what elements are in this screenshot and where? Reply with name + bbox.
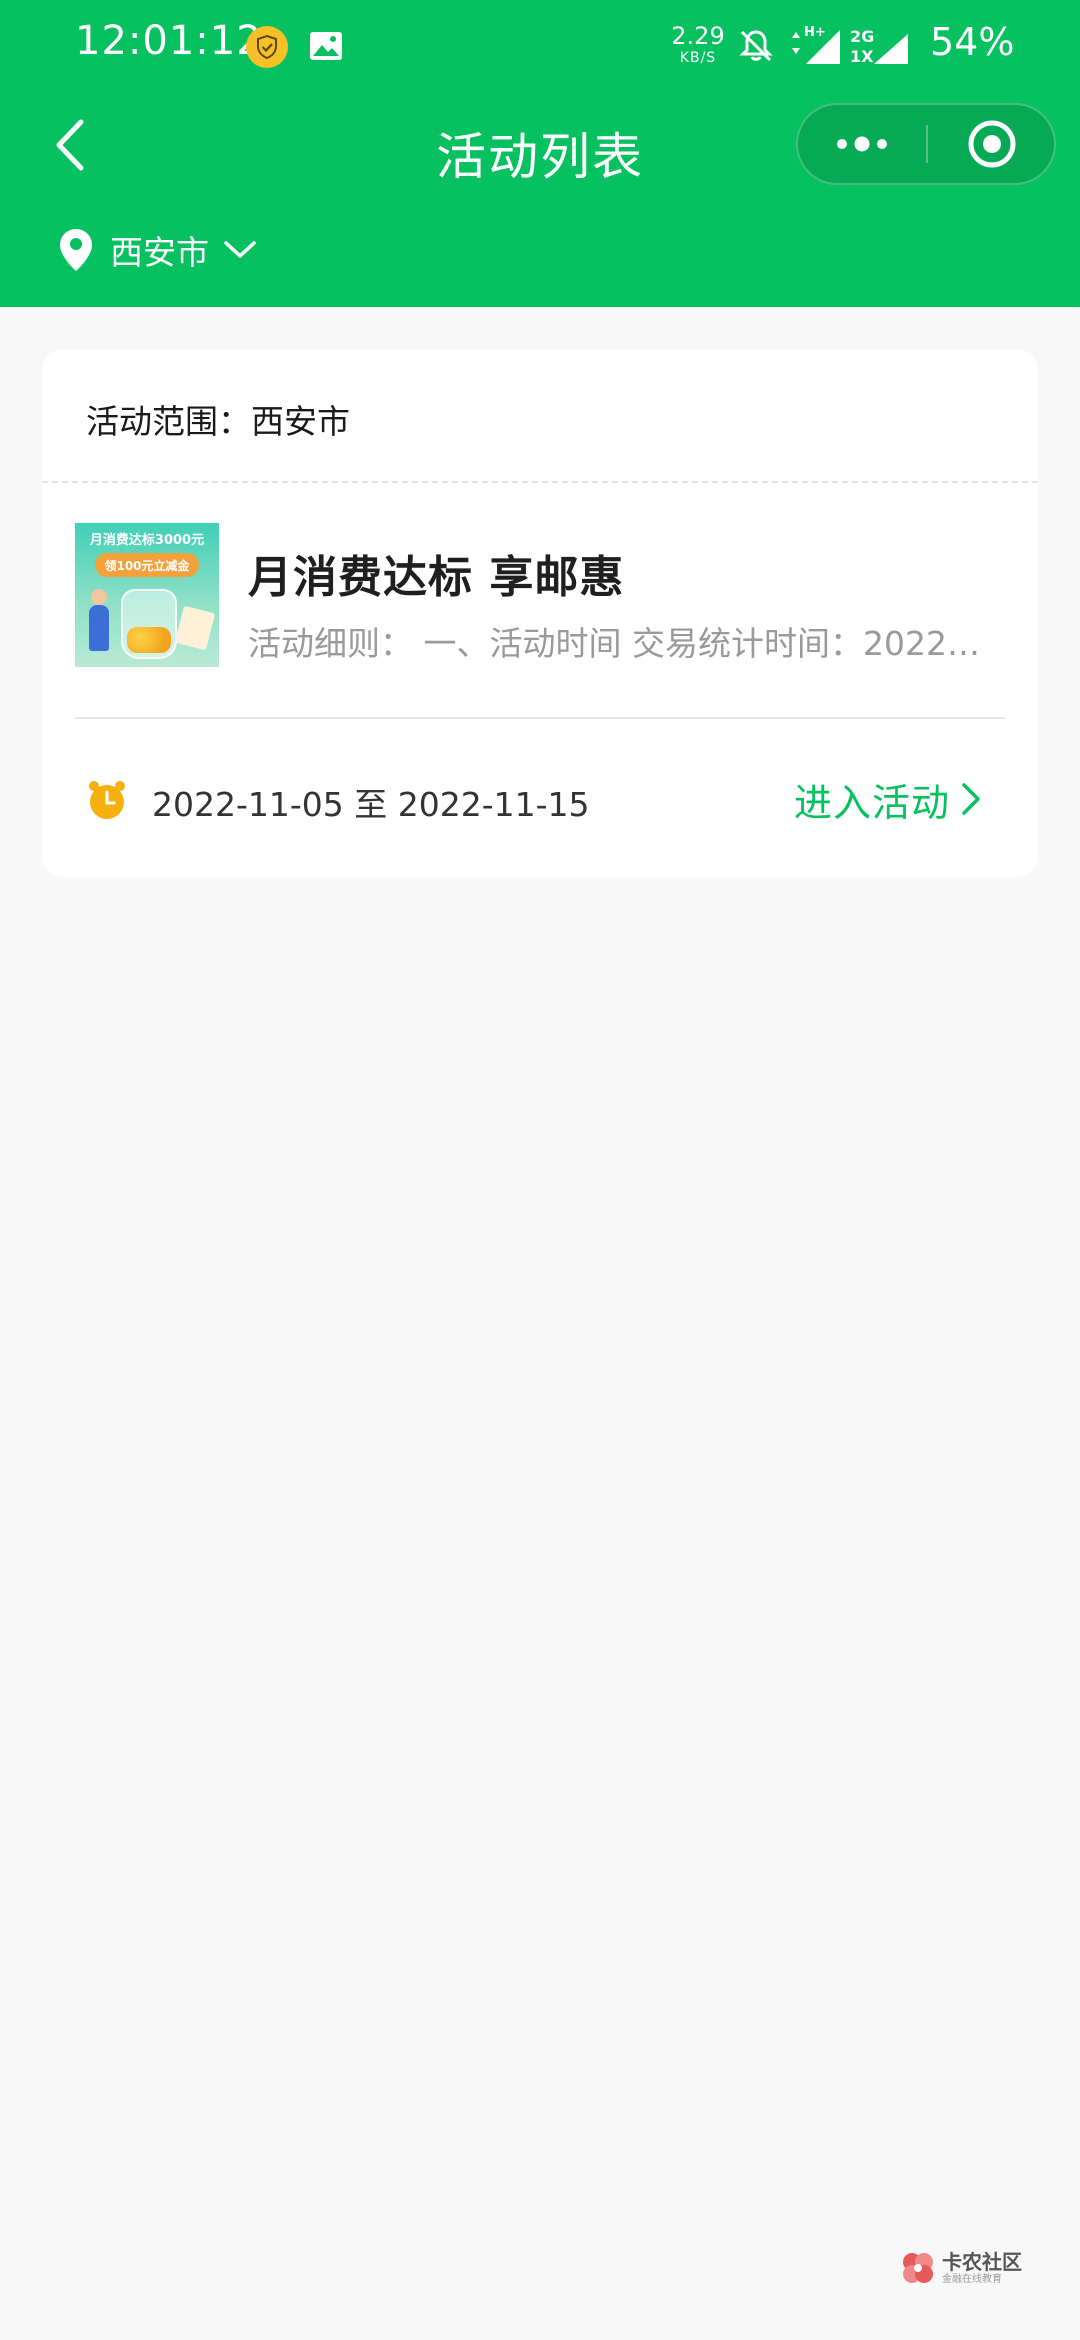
- activity-card: 活动范围：西安市 月消费达标3000元 领100元立减金 月消费达标 享邮惠 活…: [42, 349, 1038, 877]
- svg-text:2G: 2G: [850, 27, 874, 46]
- watermark-text: 卡农社区 金融在线教育: [942, 2252, 1022, 2285]
- capsule-menu: [796, 103, 1056, 185]
- status-bar: 12:01:12 2.29 KB/S H+ 2G 1X 54%: [0, 0, 1080, 90]
- network-rate-unit: KB/S: [679, 50, 717, 66]
- thumbnail-title: 月消费达标3000元: [89, 533, 205, 548]
- signal-icon: H+ 2G 1X: [786, 24, 910, 68]
- activity-description: 活动细则： 一、活动时间 交易统计时间：2022年11月05日至2022年11月…: [248, 624, 992, 663]
- thumbnail-banner: 领100元立减金: [95, 553, 199, 577]
- city-selector[interactable]: 西安市: [58, 225, 257, 275]
- enter-activity-button[interactable]: 进入活动: [794, 771, 982, 827]
- chevron-right-icon: [962, 783, 980, 815]
- more-button[interactable]: [798, 105, 926, 183]
- status-time: 12:01:12: [75, 18, 263, 64]
- watermark-name: 卡农社区: [942, 2249, 1022, 2274]
- gallery-icon: [308, 28, 344, 64]
- watermark-logo-icon: [903, 2253, 933, 2283]
- activity-title[interactable]: 月消费达标 享邮惠: [248, 541, 624, 605]
- activity-date-range: 2022-11-05 至 2022-11-15: [152, 785, 590, 824]
- network-rate: 2.29 KB/S: [668, 24, 728, 65]
- enter-activity-label: 进入活动: [794, 780, 951, 825]
- mute-bell-icon: [738, 28, 774, 64]
- header: 12:01:12 2.29 KB/S H+ 2G 1X 54% 活动列表 西安市: [0, 0, 1080, 307]
- security-shield-icon: [246, 26, 288, 68]
- close-target-icon: [968, 120, 1016, 168]
- more-dots-icon: [837, 136, 887, 152]
- activity-thumbnail[interactable]: 月消费达标3000元 领100元立减金: [75, 523, 219, 667]
- location-pin-icon: [60, 229, 92, 271]
- city-name: 西安市: [110, 233, 209, 272]
- svg-text:1X: 1X: [850, 47, 874, 66]
- thumbnail-figure-head: [91, 589, 107, 605]
- svg-text:H+: H+: [804, 25, 826, 40]
- watermark-sub: 金融在线教育: [942, 2273, 1002, 2285]
- network-rate-value: 2.29: [671, 22, 725, 50]
- nav-bar: 活动列表: [0, 95, 1080, 195]
- thumbnail-card: [174, 605, 216, 651]
- watermark: 卡农社区 金融在线教育: [900, 2248, 1022, 2288]
- alarm-clock-icon: [89, 781, 125, 819]
- dashed-divider: [42, 481, 1038, 483]
- chevron-down-icon: [224, 241, 256, 258]
- thumbnail-figure: [89, 605, 109, 651]
- battery-level: 54%: [930, 20, 1015, 64]
- activity-scope: 活动范围：西安市: [86, 402, 350, 441]
- close-button[interactable]: [928, 105, 1056, 183]
- thumbnail-coins: [127, 627, 171, 653]
- solid-divider: [75, 717, 1005, 719]
